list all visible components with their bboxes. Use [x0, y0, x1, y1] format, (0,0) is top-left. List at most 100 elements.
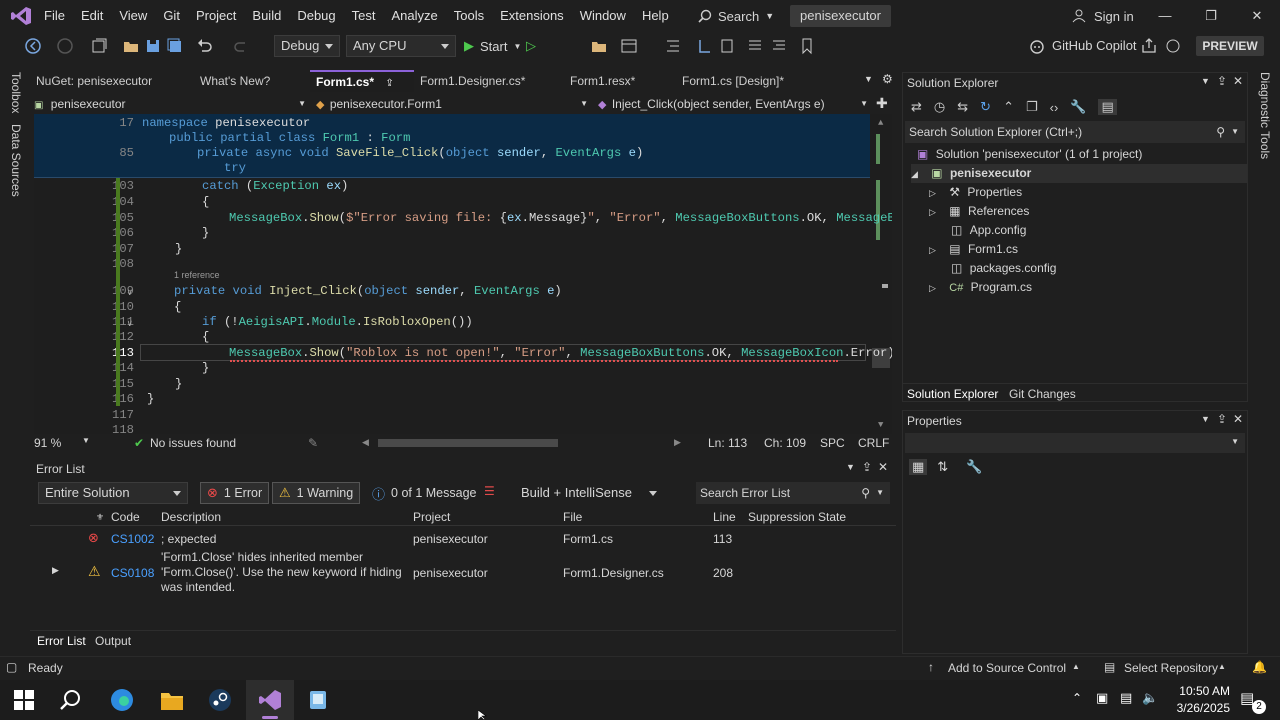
- volume-icon[interactable]: 🔈: [1142, 690, 1158, 706]
- object-select[interactable]: ▼: [905, 433, 1245, 453]
- line-ending[interactable]: CRLF: [858, 436, 889, 450]
- folder-view-icon[interactable]: [590, 37, 608, 55]
- menu-window[interactable]: Window: [572, 0, 634, 32]
- menu-test[interactable]: Test: [344, 0, 384, 32]
- wrench-icon[interactable]: 🔧: [1070, 99, 1086, 115]
- file-explorer-icon[interactable]: [160, 689, 184, 711]
- tree-item-solution[interactable]: ▣ Solution 'penisexecutor' (1 of 1 proje…: [917, 145, 1142, 164]
- sync-icon[interactable]: ⇄: [911, 99, 922, 115]
- window-menu-icon[interactable]: ▼: [846, 462, 855, 472]
- alphabetical-icon[interactable]: ⇅: [937, 459, 948, 475]
- comment-icon[interactable]: [746, 37, 764, 55]
- history-icon[interactable]: ◷: [934, 99, 945, 115]
- menu-extensions[interactable]: Extensions: [492, 0, 572, 32]
- chevron-up-icon[interactable]: ⌃: [1072, 691, 1082, 705]
- maximize-button[interactable]: ❐: [1188, 0, 1234, 32]
- switch-views-icon[interactable]: ⇆: [957, 99, 968, 115]
- undo-icon[interactable]: [196, 37, 214, 55]
- pin-icon[interactable]: ⇪: [385, 78, 393, 89]
- platform-select[interactable]: Any CPU: [346, 35, 456, 57]
- project-dropdown[interactable]: ▣ penisexecutor ▼: [34, 94, 310, 114]
- scope-select[interactable]: Entire Solution: [38, 482, 188, 504]
- collapse-icon[interactable]: ∨: [127, 288, 132, 298]
- configuration-select[interactable]: Debug: [274, 35, 340, 57]
- property-pages-icon[interactable]: 🔧: [966, 459, 982, 475]
- warnings-filter-button[interactable]: ⚠ 1 Warning: [272, 482, 361, 504]
- pin-icon[interactable]: ⇪: [1217, 412, 1227, 426]
- feedback-icon[interactable]: [1164, 37, 1182, 55]
- visual-studio-logo-icon[interactable]: [10, 5, 32, 27]
- codelens-reference[interactable]: 1 reference: [174, 270, 220, 280]
- tree-item-properties[interactable]: ▷ ⚒ Properties: [929, 183, 1022, 202]
- code-editor[interactable]: ▲ ▼ 17 85 103 104 105 106 107 108 109 11…: [34, 114, 892, 436]
- col-suppression[interactable]: Suppression State: [748, 508, 846, 526]
- search-button[interactable]: Search ▼: [698, 0, 774, 32]
- expand-icon[interactable]: ▶: [52, 565, 59, 576]
- redo-icon[interactable]: [232, 37, 250, 55]
- tree-item-program[interactable]: ▷ C# Program.cs: [929, 278, 1032, 297]
- menu-file[interactable]: File: [36, 0, 73, 32]
- solution-search-input[interactable]: Search Solution Explorer (Ctrl+;) ⚲ ▼: [905, 121, 1245, 143]
- tab-form1-designer[interactable]: Form1.Designer.cs*: [414, 70, 554, 92]
- line-indicator[interactable]: Ln: 113: [708, 436, 747, 450]
- build-source-select[interactable]: Build + IntelliSense: [514, 482, 664, 504]
- close-icon[interactable]: ✕: [878, 460, 888, 474]
- preview-selected-icon[interactable]: ▤: [1098, 99, 1117, 115]
- col-description[interactable]: Description: [161, 508, 221, 526]
- expand-icon[interactable]: ▷: [929, 188, 936, 198]
- messages-filter-button[interactable]: ⓘ 0 of 1 Message: [368, 482, 480, 504]
- menu-git[interactable]: Git: [155, 0, 188, 32]
- chevron-up-icon[interactable]: ▲: [1072, 662, 1080, 671]
- expand-icon[interactable]: ▷: [929, 245, 936, 255]
- tab-whats-new[interactable]: What's New?: [194, 70, 304, 92]
- split-icon[interactable]: ✚: [876, 95, 888, 112]
- horizontal-scroll-thumb[interactable]: [378, 439, 558, 447]
- class-dropdown[interactable]: ◆ penisexecutor.Form1 ▼: [316, 94, 592, 114]
- menu-tools[interactable]: Tools: [446, 0, 492, 32]
- search-error-list-input[interactable]: Search Error List ⚲ ▼: [696, 482, 890, 504]
- tab-solution-explorer[interactable]: Solution Explorer: [907, 387, 998, 401]
- window-menu-icon[interactable]: ▼: [1201, 414, 1210, 424]
- view-code-icon[interactable]: ‹›: [1050, 100, 1059, 115]
- step-over-icon[interactable]: [718, 37, 736, 55]
- layout-icon[interactable]: [620, 37, 638, 55]
- sign-in-button[interactable]: Sign in: [1072, 0, 1134, 32]
- save-all-icon[interactable]: [166, 37, 184, 55]
- tree-item-packages-config[interactable]: ◫ packages.config: [951, 259, 1056, 278]
- scroll-down-icon[interactable]: ▼: [878, 420, 883, 430]
- clear-filter-icon[interactable]: ☰: [484, 484, 495, 498]
- data-sources-tab[interactable]: Data Sources: [9, 124, 23, 197]
- col-code[interactable]: Code: [111, 508, 140, 526]
- errors-filter-button[interactable]: ⊗ 1 Error: [200, 482, 270, 504]
- new-project-icon[interactable]: [90, 37, 108, 55]
- window-menu-icon[interactable]: ▼: [1201, 76, 1210, 86]
- close-icon[interactable]: ✕: [1233, 412, 1243, 426]
- start-without-debugging-icon[interactable]: ▷: [526, 38, 536, 54]
- app-icon[interactable]: [306, 688, 330, 712]
- column-indicator[interactable]: Ch: 109: [764, 436, 806, 450]
- tab-git-changes[interactable]: Git Changes: [1009, 387, 1076, 401]
- chevron-up-icon[interactable]: ▲: [1218, 662, 1226, 671]
- back-icon[interactable]: [24, 37, 42, 55]
- add-to-source-control-button[interactable]: Add to Source Control: [948, 661, 1066, 675]
- search-icon[interactable]: [60, 689, 82, 711]
- tree-item-references[interactable]: ▷ ▦ References: [929, 202, 1029, 221]
- tab-overflow-icon[interactable]: ▼: [864, 74, 873, 84]
- tree-item-app-config[interactable]: ◫ App.config: [951, 221, 1026, 240]
- edge-browser-icon[interactable]: [110, 688, 134, 712]
- menu-view[interactable]: View: [111, 0, 155, 32]
- menu-project[interactable]: Project: [188, 0, 244, 32]
- close-button[interactable]: ✕: [1234, 0, 1280, 32]
- menu-build[interactable]: Build: [244, 0, 289, 32]
- step-into-icon[interactable]: [696, 37, 714, 55]
- menu-analyze[interactable]: Analyze: [383, 0, 445, 32]
- visual-studio-taskbar-button[interactable]: [246, 680, 294, 720]
- diagnostic-tools-tab[interactable]: Diagnostic Tools: [1258, 72, 1272, 159]
- collapse-all-icon[interactable]: ⌃: [1003, 99, 1014, 115]
- network-icon[interactable]: ▤: [1120, 690, 1132, 706]
- tree-item-form1[interactable]: ▷ ▤ Form1.cs: [929, 240, 1018, 259]
- member-dropdown[interactable]: ◆ Inject_Click(object sender, EventArgs …: [598, 94, 872, 114]
- device-icon[interactable]: ▣: [1096, 690, 1108, 706]
- tab-output[interactable]: Output: [95, 634, 131, 648]
- tab-form1-design[interactable]: Form1.cs [Design]*: [676, 70, 816, 92]
